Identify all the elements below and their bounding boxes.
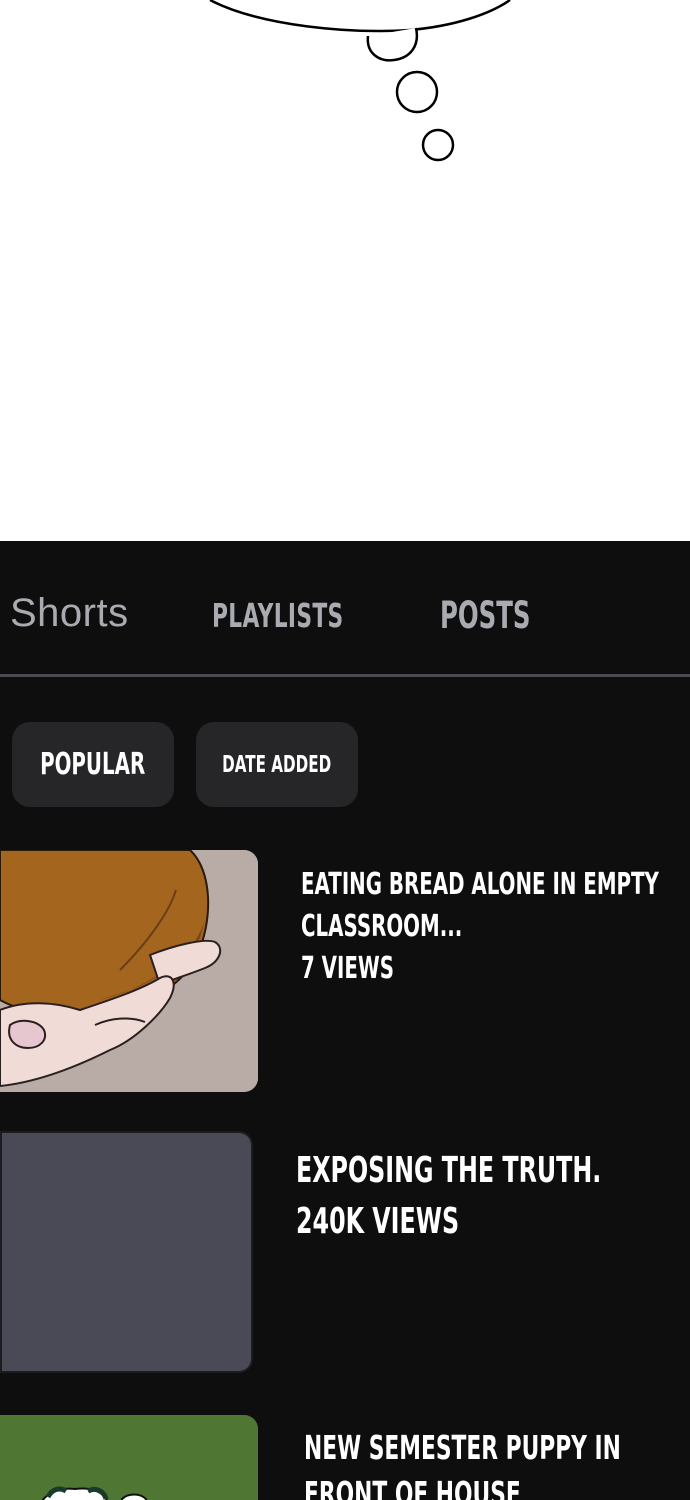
tab-playlists[interactable]: PLAYLISTS [212,596,344,635]
tab-posts[interactable]: POSTS [440,594,530,637]
video-meta: EXPOSING THE TRUTH. 240K VIEWS [296,1145,601,1247]
video-title-line[interactable]: EATING BREAD ALONE IN EMPTY [301,864,659,906]
puppy-image [0,1415,258,1500]
video-title-line[interactable]: EXPOSING THE TRUTH. [296,1145,601,1196]
video-item[interactable]: NEW SEMESTER PUPPY IN FRONT OF HOUSE [0,1415,690,1500]
video-meta: EATING BREAD ALONE IN EMPTY CLASSROOM...… [301,864,659,990]
video-title-line[interactable]: NEW SEMESTER PUPPY IN [304,1425,621,1471]
video-views: 7 VIEWS [301,951,394,986]
filter-date-added-button[interactable]: DATE ADDED [196,722,358,807]
filter-date-added-label: DATE ADDED [222,751,332,778]
filter-popular-label: POPULAR [40,747,146,782]
video-thumbnail[interactable] [0,1131,253,1373]
video-views: 240K VIEWS [296,1201,460,1242]
video-item[interactable]: EATING BREAD ALONE IN EMPTY CLASSROOM...… [0,850,690,1092]
video-thumbnail[interactable] [0,1415,258,1500]
comic-panel-top [0,0,690,541]
video-title-line[interactable]: FRONT OF HOUSE [304,1471,621,1500]
tab-shorts[interactable]: Shorts [10,591,129,636]
video-title-line[interactable]: CLASSROOM... [301,906,659,948]
video-meta: NEW SEMESTER PUPPY IN FRONT OF HOUSE [304,1425,621,1500]
video-thumbnail[interactable] [0,850,258,1092]
thought-bubble-graphic [209,0,511,162]
filter-popular-button[interactable]: POPULAR [12,722,174,807]
video-item[interactable]: EXPOSING THE TRUTH. 240K VIEWS [0,1131,690,1373]
bread-in-hands-image [0,850,258,1092]
channel-tabs: Shorts PLAYLISTS POSTS [0,541,690,677]
channel-content-screen: Shorts PLAYLISTS POSTS POPULAR DATE ADDE… [0,541,690,1500]
